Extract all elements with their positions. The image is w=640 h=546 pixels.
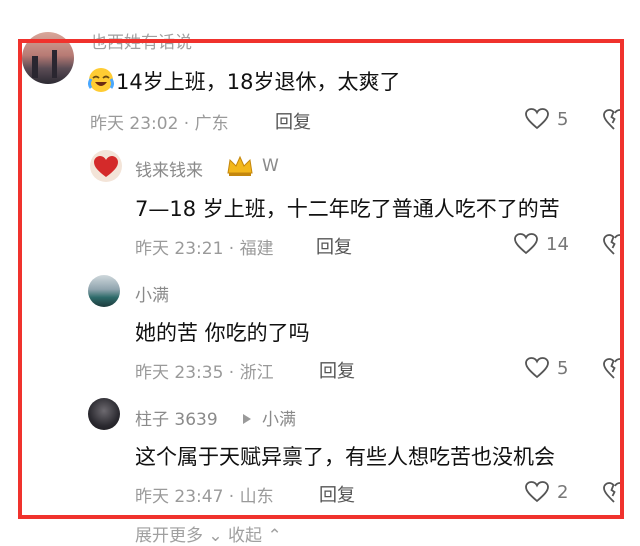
reply-button[interactable]: 回复	[319, 357, 355, 383]
heart-icon	[525, 481, 549, 503]
dislike-button[interactable]	[603, 234, 625, 260]
like-count: 5	[557, 108, 569, 130]
like-count: 5	[557, 357, 569, 379]
username[interactable]: 柱子 3639	[135, 405, 218, 430]
comment-meta: 昨天 23:47 · 山东	[135, 487, 274, 507]
reply-arrow-icon	[242, 410, 252, 429]
reply-button[interactable]: 回复	[319, 481, 355, 507]
comment-meta: 昨天 23:02 · 广东	[90, 114, 229, 134]
like-button[interactable]: 5	[525, 108, 568, 130]
comment-text: 她的苦 你吃的了吗	[135, 321, 310, 345]
dislike-button[interactable]	[603, 358, 625, 384]
laughing-crying-emoji-icon	[88, 67, 114, 93]
crown-icon	[226, 155, 254, 181]
username[interactable]: 小满	[135, 281, 169, 306]
like-button[interactable]: 5	[525, 357, 568, 379]
avatar[interactable]	[88, 398, 120, 430]
user-badge: W	[262, 156, 279, 176]
broken-heart-icon	[603, 358, 621, 379]
comment-meta: 昨天 23:35 · 浙江	[135, 363, 274, 383]
heart-icon	[525, 357, 549, 379]
broken-heart-icon	[603, 109, 621, 130]
broken-heart-icon	[603, 234, 621, 255]
partial-username: 也西姓有话说·	[90, 33, 198, 53]
like-count: 14	[546, 233, 569, 255]
heart-icon	[525, 108, 549, 130]
like-count: 2	[557, 481, 569, 503]
avatar[interactable]	[22, 32, 74, 84]
dislike-button[interactable]	[603, 109, 625, 135]
comment-meta: 昨天 23:21 · 福建	[135, 239, 274, 259]
comment-text: 这个属于天赋异禀了，有些人想吃苦也没机会	[135, 445, 555, 469]
heart-icon	[514, 233, 538, 255]
reply-to-username[interactable]: 小满	[262, 405, 296, 430]
reply-button[interactable]: 回复	[316, 233, 352, 259]
reply-button[interactable]: 回复	[275, 108, 311, 134]
like-button[interactable]: 2	[525, 481, 568, 503]
avatar[interactable]	[88, 275, 120, 307]
username[interactable]: 钱来钱来	[135, 156, 203, 181]
like-button[interactable]: 14	[514, 233, 569, 255]
broken-heart-icon	[603, 482, 621, 503]
comment-text: 14岁上班，18岁退休，太爽了	[116, 70, 401, 94]
avatar[interactable]	[90, 150, 122, 182]
comment-text: 7—18 岁上班，十二年吃了普通人吃不了的苦	[135, 197, 560, 221]
dislike-button[interactable]	[603, 482, 625, 508]
